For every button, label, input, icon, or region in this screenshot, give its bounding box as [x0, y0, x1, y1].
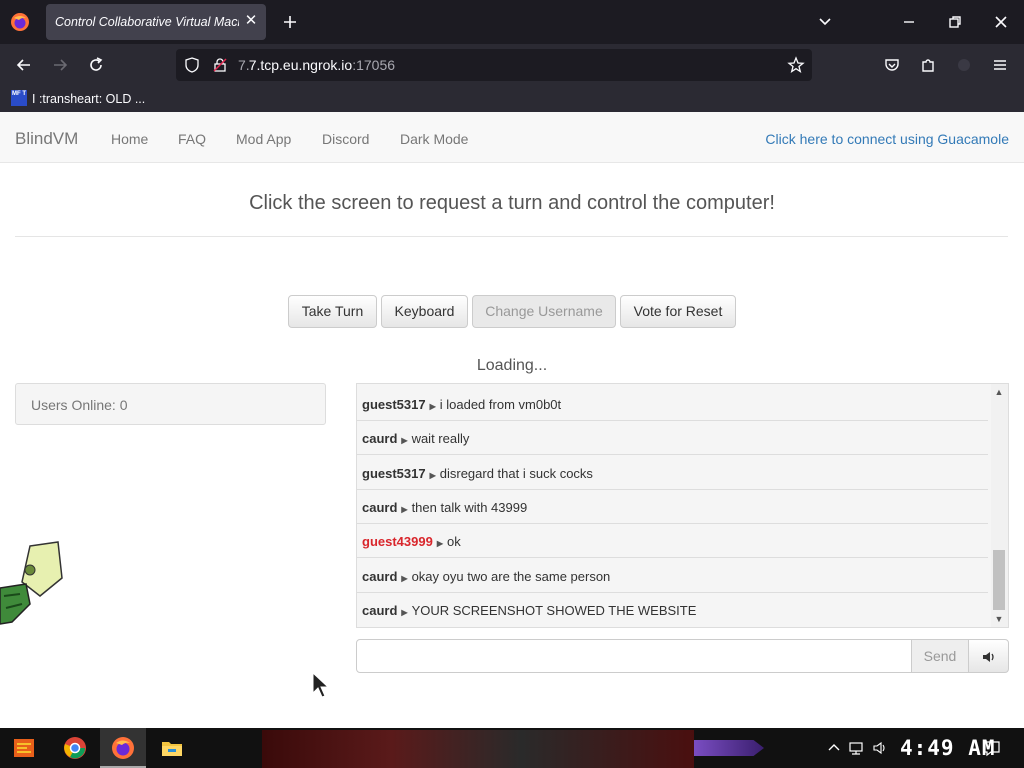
tab-title: Control Collaborative Virtual Machine [55, 15, 239, 29]
keyboard-button[interactable]: Keyboard [381, 295, 468, 328]
divider [15, 236, 1008, 237]
bookmarks-toolbar: MF T I :transheart: OLD ... [0, 86, 1024, 112]
close-window-icon[interactable] [991, 12, 1011, 32]
arrow-right-icon: ▶ [429, 471, 436, 480]
reload-icon[interactable] [86, 55, 106, 75]
chat-text: disregard that i suck cocks [439, 466, 593, 481]
insecure-lock-icon[interactable] [212, 57, 228, 73]
firefox-icon[interactable] [10, 12, 30, 32]
notification-icon[interactable] [983, 739, 1001, 757]
new-tab-icon[interactable] [280, 12, 300, 32]
vote-reset-button[interactable]: Vote for Reset [620, 295, 736, 328]
chat-username[interactable]: guest5317 [362, 397, 426, 412]
chat-message: caurd ▶ YOUR SCREENSHOT SHOWED THE WEBSITE [357, 593, 988, 627]
send-button[interactable]: Send [911, 639, 969, 673]
chevron-down-icon[interactable]: ▼ [994, 614, 1004, 624]
arrow-right-icon: ▶ [429, 402, 436, 411]
nav-link-home[interactable]: Home [111, 131, 148, 147]
forward-arrow-icon[interactable] [50, 55, 70, 75]
chat-message: caurd ▶ okay oyu two are the same person [357, 559, 988, 593]
tab-close-icon[interactable]: ✕ [242, 12, 260, 30]
chat-text: i loaded from vm0b0t [439, 397, 562, 412]
take-turn-button[interactable]: Take Turn [288, 295, 377, 328]
chevron-up-icon[interactable] [826, 740, 842, 756]
loading-text: Loading... [476, 357, 548, 374]
start-menu-icon[interactable] [12, 736, 36, 760]
chat-username[interactable]: caurd [362, 603, 397, 618]
chat-message: guest5317 ▶ disregard that i suck cocks [357, 456, 988, 490]
guacamole-link[interactable]: Click here to connect using Guacamole [765, 131, 1009, 147]
shield-icon[interactable] [184, 57, 200, 73]
url-bar[interactable]: 7.7.tcp.eu.ngrok.io:17056 [176, 49, 812, 81]
chat-text: wait really [411, 431, 470, 446]
tab-active[interactable]: Control Collaborative Virtual Machine ✕ [46, 4, 266, 40]
chat-username[interactable]: guest5317 [362, 466, 426, 481]
back-arrow-icon[interactable] [14, 55, 34, 75]
chat-message: caurd ▶ then talk with 43999 [357, 490, 988, 524]
file-explorer-icon[interactable] [160, 736, 184, 760]
speaker-icon [983, 652, 994, 662]
account-icon[interactable] [954, 55, 974, 75]
chrome-icon[interactable] [63, 736, 87, 760]
volume-icon[interactable] [872, 740, 888, 756]
chat-message: guest5317 ▶ i loaded from vm0b0t [357, 387, 988, 421]
taskbar-firefox-active[interactable] [100, 728, 146, 768]
arrow-right-icon: ▶ [401, 574, 408, 583]
chevron-up-icon[interactable]: ▲ [994, 387, 1004, 397]
arrow-right-icon: ▶ [401, 436, 408, 445]
nav-link-faq[interactable]: FAQ [178, 131, 206, 147]
action-buttons: Take Turn Keyboard Change Username Vote … [0, 295, 1024, 328]
url-port: :17056 [352, 57, 396, 73]
nav-link-discord[interactable]: Discord [322, 131, 369, 147]
chat-text: okay oyu two are the same person [411, 569, 611, 584]
chat-panel[interactable]: guest5317 ▶ i loaded from vm0b0t caurd ▶ wai… [356, 383, 1009, 628]
arrow-right-icon: ▶ [401, 608, 408, 617]
browser-nav-bar: 7.7.tcp.eu.ngrok.io:17056 [0, 44, 1024, 86]
os-taskbar: 4:49 AM [0, 728, 1024, 768]
mouse-cursor-icon [312, 671, 330, 698]
change-username-button[interactable]: Change Username [472, 295, 616, 328]
chat-scrollbar[interactable]: ▲ ▼ [991, 384, 1008, 627]
url-text: 7.7.tcp.eu.ngrok.io:17056 [238, 57, 396, 73]
arrow-right-icon: ▶ [436, 539, 443, 548]
chat-username[interactable]: caurd [362, 500, 397, 515]
peridot-mascot-image [0, 541, 63, 625]
users-online-count: Users Online: 0 [31, 397, 128, 413]
taskbar-clock[interactable]: 4:49 AM [900, 736, 996, 760]
taskbar-decoration [694, 740, 764, 756]
chat-username[interactable]: caurd [362, 569, 397, 584]
bookmark-item[interactable]: I :transheart: OLD ... [32, 92, 145, 106]
extensions-icon[interactable] [918, 55, 938, 75]
arrow-right-icon: ▶ [401, 505, 408, 514]
chat-text: ok [446, 534, 461, 549]
nav-link-mod-app[interactable]: Mod App [236, 131, 291, 147]
restore-icon[interactable] [945, 12, 965, 32]
pocket-icon[interactable] [882, 55, 902, 75]
volume-button[interactable] [968, 639, 1009, 673]
chat-input[interactable] [356, 639, 912, 673]
hamburger-menu-icon[interactable] [990, 55, 1010, 75]
firefox-icon [112, 737, 134, 759]
taskbar-wallpaper-image [262, 730, 694, 768]
minimize-icon[interactable] [899, 12, 919, 32]
chevron-down-icon[interactable] [817, 14, 833, 30]
nav-link-dark-mode[interactable]: Dark Mode [400, 131, 468, 147]
bookmark-favicon-icon: MF T [11, 90, 27, 106]
chat-message: guest43999 ▶ ok [357, 524, 988, 558]
network-icon[interactable] [848, 740, 864, 756]
chat-message: caurd ▶ wait really [357, 421, 988, 455]
site-navbar: BlindVM Home FAQ Mod App Discord Dark Mo… [0, 112, 1024, 163]
chat-text: then talk with 43999 [411, 500, 528, 515]
chat-text: YOUR SCREENSHOT SHOWED THE WEBSITE [411, 603, 697, 618]
site-brand[interactable]: BlindVM [15, 129, 78, 149]
page-headline: Click the screen to request a turn and c… [249, 192, 775, 214]
url-host: 7.tcp.eu.ngrok.io [248, 57, 353, 73]
chat-username[interactable]: caurd [362, 431, 397, 446]
scrollbar-thumb[interactable] [993, 550, 1005, 610]
star-icon[interactable] [787, 56, 805, 74]
chat-username[interactable]: guest43999 [362, 534, 433, 549]
users-online-panel: Users Online: 0 [15, 383, 326, 425]
browser-tab-bar: Control Collaborative Virtual Machine ✕ [0, 0, 1024, 44]
